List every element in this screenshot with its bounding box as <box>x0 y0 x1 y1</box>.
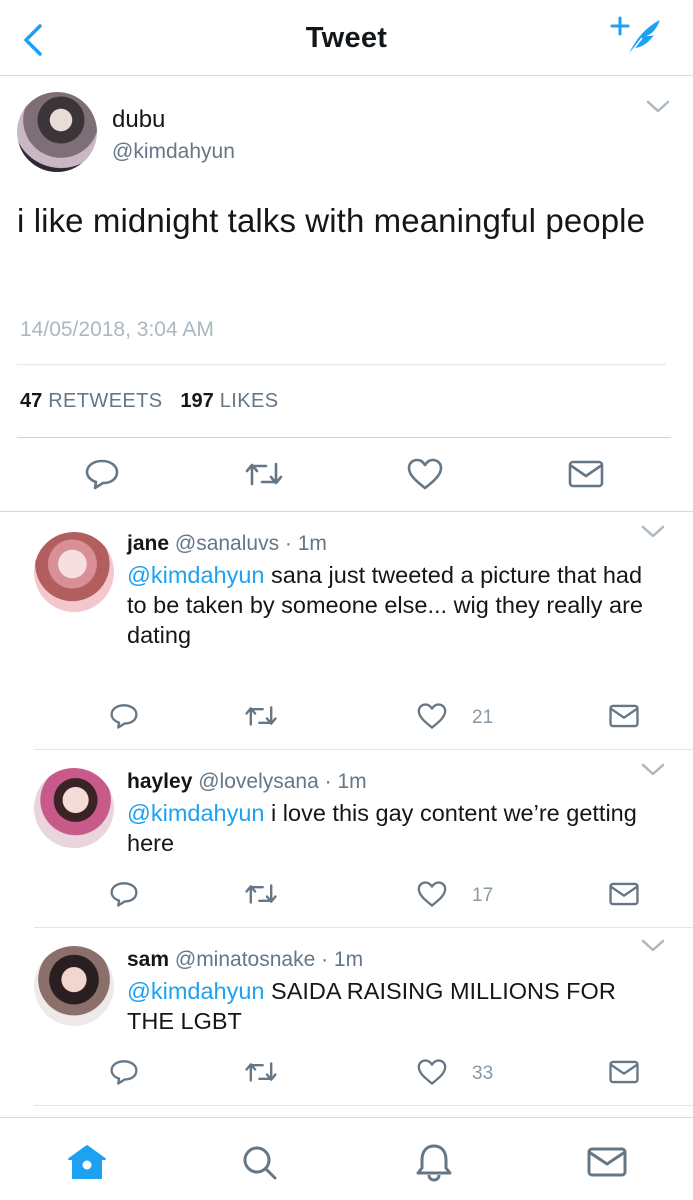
search-icon <box>243 1146 277 1180</box>
home-icon <box>68 1145 106 1179</box>
messages-icon <box>587 1147 627 1177</box>
reply-button[interactable] <box>106 700 142 732</box>
avatar[interactable] <box>34 768 114 848</box>
tab-search[interactable] <box>237 1140 281 1184</box>
reply-time: · 1m <box>324 770 367 793</box>
reply-icon <box>110 704 138 729</box>
reply-time: · 1m <box>321 948 364 971</box>
like-button[interactable] <box>414 1056 450 1088</box>
main-tweet: dubu @kimdahyun i like midnight talks wi… <box>0 76 693 512</box>
retweet-icon <box>245 884 277 904</box>
like-count: 33 <box>472 1063 494 1084</box>
reply-time: · 1m <box>284 532 327 555</box>
reply-text: @kimdahyun SAIDA RAISING MILLIONS FOR TH… <box>127 976 667 1036</box>
page-title: Tweet <box>305 22 388 54</box>
tweet-date: 14/05/2018, 3:04 AM <box>20 318 214 341</box>
nav-bar: Tweet <box>0 0 693 76</box>
notifications-icon <box>416 1144 452 1182</box>
reply-meta: jane @sanaluvs · 1m <box>127 532 327 556</box>
reply-meta: hayley @lovelysana · 1m <box>127 770 367 794</box>
like-count: 21 <box>472 707 494 728</box>
reply-item[interactable]: jane @sanaluvs · 1m @kimdahyun sana just… <box>0 512 693 750</box>
heart-icon <box>407 458 443 490</box>
chevron-down-icon[interactable] <box>640 762 666 778</box>
divider <box>34 1105 693 1106</box>
reply-author-handle[interactable]: @lovelysana <box>198 770 319 793</box>
reply-button[interactable] <box>106 1056 142 1088</box>
avatar[interactable] <box>34 946 114 1026</box>
like-count: 17 <box>472 885 494 906</box>
like-count[interactable]: 197 <box>180 390 213 412</box>
reply-item[interactable]: sam @minatosnake · 1m @kimdahyun SAIDA R… <box>0 928 693 1106</box>
chevron-down-icon[interactable] <box>640 938 666 954</box>
tab-bar <box>0 1117 693 1200</box>
envelope-icon <box>609 704 639 728</box>
dm-button[interactable] <box>606 878 642 910</box>
compose-feather-icon <box>610 16 660 57</box>
reply-author-handle[interactable]: @minatosnake <box>175 948 315 971</box>
dm-button[interactable] <box>606 700 642 732</box>
tab-messages[interactable] <box>585 1140 629 1184</box>
retweet-button[interactable] <box>243 1056 279 1088</box>
divider <box>17 437 671 438</box>
reply-icon <box>110 1060 138 1085</box>
chevron-down-icon[interactable] <box>644 98 672 116</box>
mention-link[interactable]: @kimdahyun <box>127 562 265 588</box>
mention-link[interactable]: @kimdahyun <box>127 800 265 826</box>
reply-author-name[interactable]: hayley <box>127 770 192 793</box>
reply-author-name[interactable]: sam <box>127 948 169 971</box>
retweet-button[interactable] <box>243 700 279 732</box>
reply-item[interactable]: hayley @lovelysana · 1m @kimdahyun i lov… <box>0 750 693 928</box>
tweet-stats: 47 RETWEETS 197 LIKES <box>20 390 278 413</box>
like-button[interactable] <box>414 878 450 910</box>
retweet-button[interactable] <box>244 456 284 492</box>
reply-text: @kimdahyun i love this gay content we’re… <box>127 798 667 858</box>
envelope-icon <box>568 460 604 488</box>
heart-icon <box>417 881 447 907</box>
dm-button[interactable] <box>566 456 606 492</box>
like-button[interactable] <box>405 456 445 492</box>
reply-button[interactable] <box>106 878 142 910</box>
reply-author-name[interactable]: jane <box>127 532 169 555</box>
divider <box>17 364 666 365</box>
chevron-down-icon[interactable] <box>640 524 666 540</box>
heart-icon <box>417 1059 447 1085</box>
tab-notifications[interactable] <box>412 1140 456 1184</box>
mention-link[interactable]: @kimdahyun <box>127 978 265 1004</box>
avatar[interactable] <box>17 92 97 172</box>
dm-button[interactable] <box>606 1056 642 1088</box>
retweets-label[interactable]: RETWEETS <box>48 390 162 412</box>
reply-button[interactable] <box>82 456 122 492</box>
like-button[interactable] <box>414 700 450 732</box>
avatar[interactable] <box>34 532 114 612</box>
retweet-button[interactable] <box>243 878 279 910</box>
tab-home[interactable] <box>65 1140 109 1184</box>
retweet-count[interactable]: 47 <box>20 390 42 412</box>
author-handle[interactable]: @kimdahyun <box>112 140 235 164</box>
envelope-icon <box>609 1060 639 1084</box>
reply-icon <box>85 459 119 490</box>
likes-label[interactable]: LIKES <box>220 390 279 412</box>
retweet-icon <box>245 462 283 486</box>
reply-author-handle[interactable]: @sanaluvs <box>175 532 279 555</box>
compose-button[interactable] <box>610 14 666 62</box>
tweet-text: i like midnight talks with meaningful pe… <box>17 202 646 239</box>
author-name[interactable]: dubu <box>112 106 165 134</box>
reply-meta: sam @minatosnake · 1m <box>127 948 363 972</box>
reply-icon <box>110 882 138 907</box>
retweet-icon <box>245 706 277 726</box>
reply-text: @kimdahyun sana just tweeted a picture t… <box>127 560 667 650</box>
heart-icon <box>417 703 447 729</box>
retweet-icon <box>245 1062 277 1082</box>
envelope-icon <box>609 882 639 906</box>
